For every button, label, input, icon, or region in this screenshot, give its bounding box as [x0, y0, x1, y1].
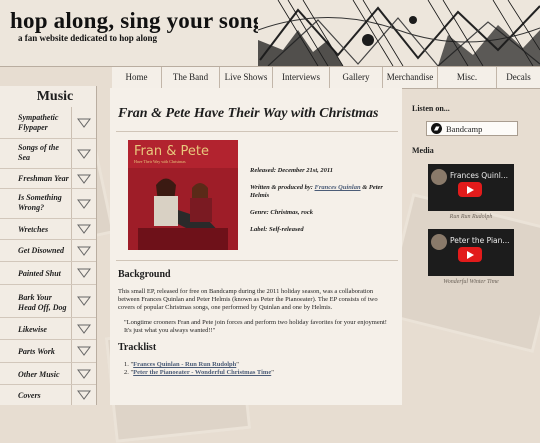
chevron-down-icon[interactable] — [71, 318, 95, 339]
sidebar-item-get-disowned[interactable]: Get Disowned — [0, 240, 96, 262]
chevron-down-icon[interactable] — [71, 262, 95, 284]
video-thumbnail[interactable]: Frances Quinl... — [428, 164, 514, 211]
track-quote-end: " — [236, 361, 239, 368]
site-tagline: a fan website dedicated to hop along — [18, 33, 158, 43]
music-sidebar: Music Sympathetic Flypaper Songs of the … — [0, 86, 97, 405]
sidebar-item-label: Freshman Year — [18, 174, 69, 183]
sidebar-item-wretches[interactable]: Wretches — [0, 219, 96, 240]
listen-heading: Listen on... — [412, 104, 450, 113]
chevron-down-icon[interactable] — [71, 189, 95, 218]
background-text: This small EP, released for free on Band… — [118, 288, 378, 311]
channel-avatar — [431, 234, 447, 250]
video-thumbnail[interactable]: Peter the Pian... — [428, 229, 514, 276]
sidebar-item-label: Is Something Wrong? — [18, 193, 62, 212]
tracklist: 1. "Frances Quinlan - Run Run Rudolph" 2… — [124, 361, 274, 377]
sidebar-item-painted-shut[interactable]: Painted Shut — [0, 262, 96, 285]
sidebar-item-label: Parts Work — [18, 347, 55, 356]
nav-home[interactable]: Home — [112, 67, 162, 88]
right-column: Listen on... Bandcamp Media Frances Quin… — [404, 88, 540, 405]
sidebar-item-label: Bark Your Head Off, Dog — [18, 293, 67, 312]
album-cover: Fran & Pete Have Their Way with Christma… — [128, 140, 238, 250]
record-label: Label: Self-released — [250, 226, 304, 233]
release-date: Released: December 21st, 2011 — [250, 167, 334, 174]
sidebar-item-label: Get Disowned — [18, 246, 64, 255]
chevron-down-icon[interactable] — [71, 219, 95, 239]
sidebar-item-label: Painted Shut — [18, 269, 61, 278]
channel-avatar — [431, 169, 447, 185]
bandcamp-label: Bandcamp — [446, 124, 483, 134]
nav-live-shows[interactable]: Live Shows — [220, 67, 273, 88]
sidebar-item-parts-work[interactable]: Parts Work — [0, 340, 96, 363]
track-number: 2. " — [124, 369, 134, 376]
play-icon[interactable] — [458, 182, 482, 197]
media-heading: Media — [412, 146, 434, 155]
video-title: Peter the Pian... — [450, 236, 510, 245]
nav-the-band[interactable]: The Band — [162, 67, 220, 88]
chevron-down-icon[interactable] — [71, 385, 95, 405]
release-details: Released: December 21st, 2011 Written & … — [250, 167, 400, 243]
sidebar-item-label: Songs of the Sea — [18, 143, 59, 162]
chevron-down-icon[interactable] — [71, 240, 95, 261]
video-title: Frances Quinl... — [450, 171, 508, 180]
sidebar-item-label: Sympathetic Flypaper — [18, 113, 59, 132]
divider — [116, 260, 398, 261]
video-caption: Wonderful Winter Time — [443, 279, 499, 285]
site-title[interactable]: hop along, sing your song — [10, 8, 264, 34]
sidebar-item-sympathetic-flypaper[interactable]: Sympathetic Flypaper — [0, 107, 96, 139]
nav-misc[interactable]: Misc. — [438, 67, 497, 88]
sidebar-item-label: Likewise — [18, 325, 47, 334]
sidebar-item-songs-of-the-sea[interactable]: Songs of the Sea — [0, 139, 96, 169]
track-quote-end: " — [271, 369, 274, 376]
description-quote: "Longtime crooners Fran and Pete join fo… — [124, 319, 387, 334]
frances-quinlan-link[interactable]: Frances Quinlan — [315, 184, 361, 191]
nav-merchandise[interactable]: Merchandise — [383, 67, 438, 88]
written-prefix: Written & produced by: — [250, 184, 315, 191]
chevron-down-icon[interactable] — [71, 139, 95, 168]
tracklist-heading: Tracklist — [118, 342, 157, 353]
sidebar-item-freshman-year[interactable]: Freshman Year — [0, 169, 96, 189]
play-icon[interactable] — [458, 247, 482, 262]
divider — [116, 131, 398, 132]
chevron-down-icon[interactable] — [71, 285, 95, 317]
bandcamp-icon — [431, 123, 442, 134]
nav-decals[interactable]: Decals — [497, 67, 540, 88]
main-nav: Home The Band Live Shows Interviews Gall… — [112, 67, 540, 89]
sidebar-item-label: Covers — [18, 391, 41, 400]
chevron-down-icon[interactable] — [71, 340, 95, 362]
chevron-down-icon[interactable] — [71, 107, 95, 138]
sidebar-item-other-music[interactable]: Other Music — [0, 363, 96, 385]
header-illustration — [258, 0, 540, 66]
track-number: 1. " — [124, 361, 134, 368]
chevron-down-icon[interactable] — [71, 169, 95, 188]
nav-interviews[interactable]: Interviews — [273, 67, 330, 88]
sidebar-item-label: Other Music — [18, 370, 60, 379]
written-by: Written & produced by: Frances Quinlan &… — [250, 184, 400, 200]
sidebar-item-covers[interactable]: Covers — [0, 385, 96, 405]
page-title: Fran & Pete Have Their Way with Christma… — [118, 106, 379, 121]
track-link[interactable]: Peter the Pianoeater - Wonderful Christm… — [133, 369, 271, 376]
site-header: hop along, sing your song a fan website … — [0, 0, 540, 67]
track-item: 2. "Peter the Pianoeater - Wonderful Chr… — [124, 369, 274, 377]
bandcamp-button[interactable]: Bandcamp — [426, 121, 518, 136]
main-content: Fran & Pete Have Their Way with Christma… — [110, 88, 402, 405]
sidebar-item-likewise[interactable]: Likewise — [0, 318, 96, 340]
sidebar-item-bark-your-head-off-dog[interactable]: Bark Your Head Off, Dog — [0, 285, 96, 318]
video-caption: Run Run Rudolph — [449, 214, 493, 220]
nav-gallery[interactable]: Gallery — [330, 67, 383, 88]
track-link[interactable]: Frances Quinlan - Run Run Rudolph — [133, 361, 236, 368]
cover-photo — [128, 168, 238, 250]
sidebar-title: Music — [36, 89, 74, 104]
sidebar-item-is-something-wrong[interactable]: Is Something Wrong? — [0, 189, 96, 219]
sidebar-item-label: Wretches — [18, 225, 49, 234]
genre: Genre: Christmas, rock — [250, 209, 314, 216]
chevron-down-icon[interactable] — [71, 363, 95, 384]
track-item: 1. "Frances Quinlan - Run Run Rudolph" — [124, 361, 274, 369]
background-heading: Background — [118, 269, 171, 280]
